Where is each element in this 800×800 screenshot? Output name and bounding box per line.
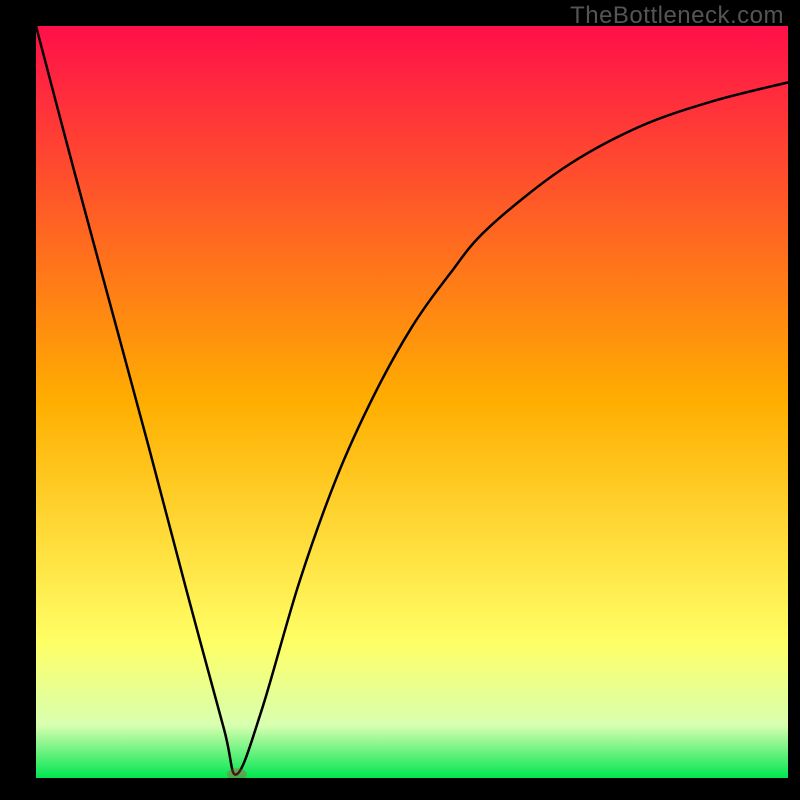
chart-container: TheBottleneck.com [0,0,800,800]
gradient-background [36,26,788,778]
chart-svg [36,26,788,778]
plot-area [36,26,788,778]
